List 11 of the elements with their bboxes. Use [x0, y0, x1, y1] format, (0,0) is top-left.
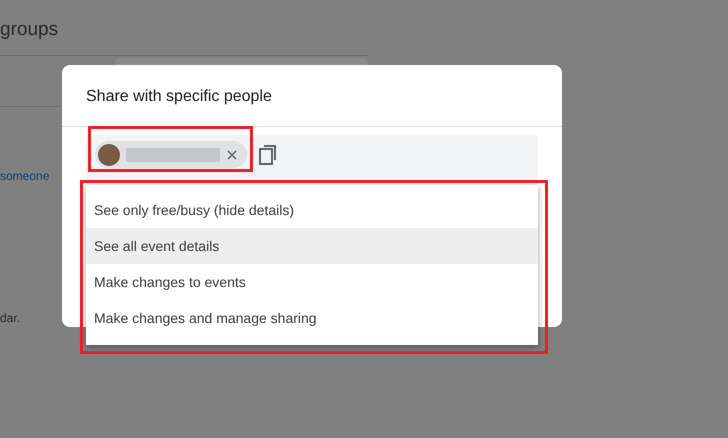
page-text: dar. — [0, 310, 20, 326]
menu-item[interactable]: See all event details — [86, 228, 538, 264]
close-icon[interactable] — [226, 148, 238, 160]
menu-item[interactable]: Make changes to events — [86, 264, 538, 300]
menu-item[interactable]: Make changes and manage sharing — [86, 300, 538, 336]
avatar-icon — [98, 144, 120, 166]
menu-item[interactable]: See only free/busy (hide details) — [86, 192, 538, 228]
page-heading: groups — [0, 18, 58, 42]
recipient-chip[interactable] — [95, 141, 247, 168]
copy-icon[interactable] — [259, 145, 277, 165]
dialog-title: Share with specific people — [85, 87, 273, 107]
